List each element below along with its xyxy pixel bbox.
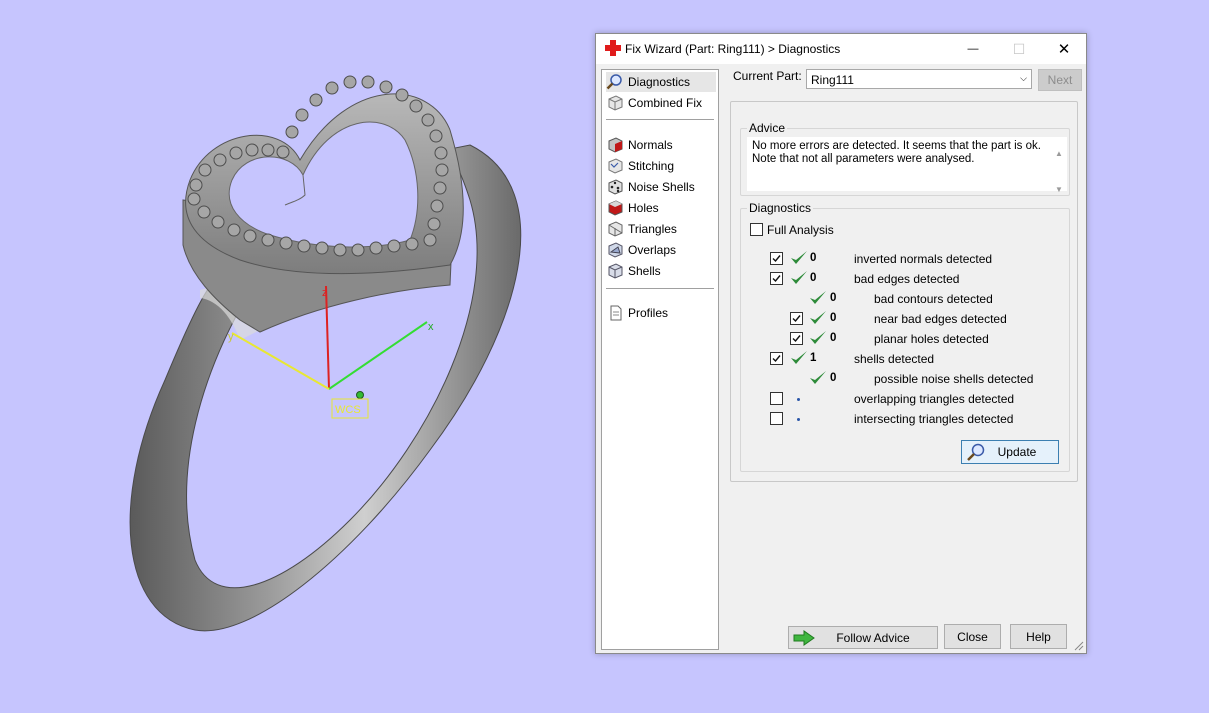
current-part-label: Current Part: (733, 69, 802, 83)
advice-line-1: No more errors are detected. It seems th… (752, 140, 1041, 152)
pending-dot-icon (797, 398, 800, 401)
planar-holes-label: planar holes detected (874, 332, 989, 346)
near-bad-edges-checkbox[interactable] (790, 312, 803, 325)
nav-item-overlaps[interactable]: Overlaps (606, 240, 716, 260)
check-icon (791, 271, 807, 284)
title-bar[interactable]: Fix Wizard (Part: Ring111) > Diagnostics… (596, 34, 1086, 64)
bad-edges-count: 0 (810, 272, 817, 284)
maximize-icon: ☐ (1012, 40, 1026, 57)
follow-advice-button[interactable]: Follow Advice (788, 626, 938, 649)
magnifier-icon (606, 74, 622, 90)
advice-scrollbar[interactable]: ▲ ▼ (1053, 145, 1065, 195)
check-icon (810, 371, 826, 384)
current-part-dropdown[interactable]: Ring111 ⌵ (806, 69, 1032, 89)
maximize-button[interactable]: ☐ (996, 34, 1042, 64)
nav-item-holes[interactable]: Holes (606, 198, 716, 218)
check-icon (791, 251, 807, 264)
close-icon: ✕ (1057, 41, 1071, 58)
inverted-normals-count: 0 (810, 252, 817, 264)
bad-contours-label: bad contours detected (874, 292, 993, 306)
planar-holes-checkbox[interactable] (790, 332, 803, 345)
bad-edges-label: bad edges detected (854, 272, 960, 286)
check-icon (810, 331, 826, 344)
magnifier-icon (967, 443, 985, 461)
nav-item-shells[interactable]: Shells (606, 261, 716, 281)
noise-shells-count: 0 (830, 372, 837, 384)
resize-grip-icon[interactable] (1074, 641, 1084, 651)
red-cross-icon (605, 40, 621, 56)
nav-item-triangles[interactable]: Triangles (606, 219, 716, 239)
hole-cube-icon (608, 200, 623, 216)
overlapping-triangles-label: overlapping triangles detected (854, 392, 1015, 406)
pending-dot-icon (797, 418, 800, 421)
intersecting-triangles-checkbox[interactable] (770, 412, 783, 425)
3d-viewport[interactable]: z x y WCS (0, 0, 600, 708)
noise-shells-label: possible noise shells detected (874, 372, 1034, 386)
full-analysis-label: Full Analysis (767, 223, 834, 237)
advice-text-box: No more errors are detected. It seems th… (747, 137, 1067, 194)
nav-item-normals[interactable]: Normals (606, 135, 716, 155)
nav-item-stitching[interactable]: Stitching (606, 156, 716, 176)
help-button[interactable]: Help (1010, 624, 1067, 649)
wcs-label: WCS (335, 404, 361, 416)
inverted-normals-checkbox[interactable] (770, 252, 783, 265)
diagnostics-page: Advice No more errors are detected. It s… (730, 101, 1078, 482)
normals-cube-icon (608, 137, 623, 153)
arrow-right-icon (793, 630, 815, 646)
next-button[interactable]: Next (1038, 69, 1082, 91)
cube-icon (608, 95, 623, 111)
scroll-down-icon[interactable]: ▼ (1055, 183, 1063, 196)
nav-item-diagnostics[interactable]: Diagnostics (606, 72, 716, 92)
near-bad-edges-count: 0 (830, 312, 837, 324)
near-bad-edges-label: near bad edges detected (874, 312, 1007, 326)
advice-title: Advice (747, 121, 788, 135)
diagnostics-group: Diagnostics Full Analysis 0 inverted nor… (740, 201, 1070, 472)
full-analysis-checkbox[interactable] (750, 223, 763, 236)
x-axis (328, 321, 428, 390)
shells-checkbox[interactable] (770, 352, 783, 365)
scroll-up-icon[interactable]: ▲ (1055, 147, 1063, 160)
shells-label: shells detected (854, 352, 935, 366)
origin-handle[interactable] (356, 391, 364, 399)
minimize-button[interactable]: — (950, 34, 996, 64)
bad-contours-count: 0 (830, 292, 837, 304)
stitching-icon (608, 158, 623, 174)
close-button[interactable]: Close (944, 624, 1001, 649)
overlapping-triangles-checkbox[interactable] (770, 392, 783, 405)
nav-separator (606, 288, 714, 289)
document-icon (610, 305, 622, 321)
shell-icon (608, 263, 623, 279)
close-window-button[interactable]: ✕ (1041, 34, 1087, 64)
intersecting-triangles-label: intersecting triangles detected (854, 412, 1014, 426)
y-axis (231, 332, 330, 390)
wizard-nav-panel: Diagnostics Combined Fix Normals Stitchi… (601, 69, 719, 650)
dice-icon (608, 179, 623, 195)
advice-line-2: Note that not all parameters were analys… (752, 153, 975, 165)
window-title: Fix Wizard (Part: Ring111) > Diagnostics (625, 42, 841, 56)
x-axis-label: x (428, 321, 434, 333)
advice-group: Advice No more errors are detected. It s… (740, 121, 1070, 196)
check-icon (810, 311, 826, 324)
z-axis-label: z (322, 287, 328, 299)
nav-separator (606, 119, 714, 120)
overlap-icon (608, 242, 623, 258)
nav-item-noise-shells[interactable]: Noise Shells (606, 177, 716, 197)
minimize-icon: — (967, 43, 979, 55)
check-icon (810, 291, 826, 304)
shells-count: 1 (810, 352, 817, 364)
ring-model: z x y WCS (129, 75, 522, 632)
update-button[interactable]: Update (961, 440, 1059, 464)
y-axis-label: y (228, 331, 234, 343)
triangle-icon (608, 221, 623, 237)
fix-wizard-window: Fix Wizard (Part: Ring111) > Diagnostics… (595, 33, 1087, 654)
chevron-down-icon: ⌵ (1020, 73, 1027, 83)
nav-item-profiles[interactable]: Profiles (606, 303, 716, 323)
nav-item-combined-fix[interactable]: Combined Fix (606, 93, 716, 113)
current-part-value: Ring111 (811, 73, 854, 87)
bad-edges-checkbox[interactable] (770, 272, 783, 285)
planar-holes-count: 0 (830, 332, 837, 344)
inverted-normals-label: inverted normals detected (854, 252, 993, 266)
check-icon (791, 351, 807, 364)
diagnostics-title: Diagnostics (747, 201, 814, 215)
